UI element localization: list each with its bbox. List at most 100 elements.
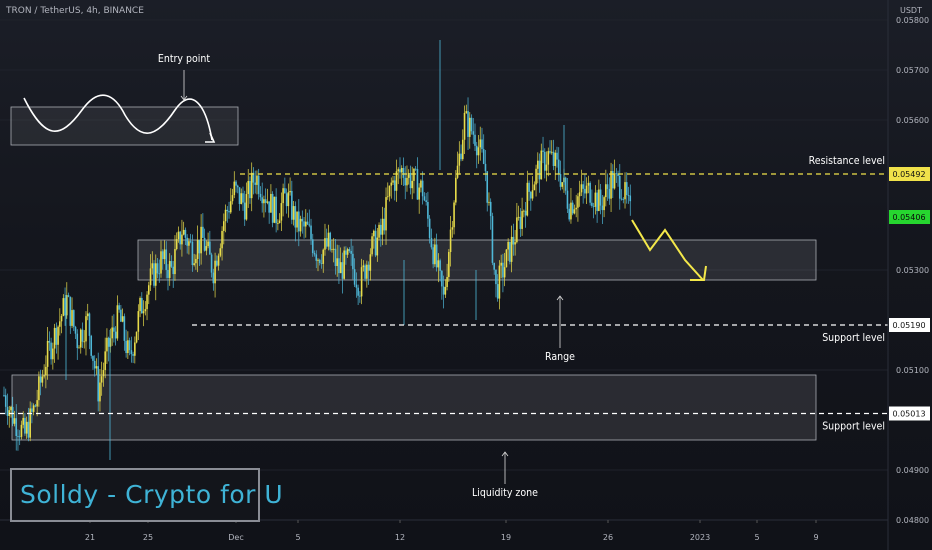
candle-body — [257, 175, 260, 194]
candle-body — [381, 218, 384, 235]
candle-body — [149, 268, 152, 286]
candle-body — [530, 191, 532, 199]
candle-body — [467, 111, 469, 137]
candle-body — [188, 241, 190, 246]
candle-body — [27, 421, 30, 438]
candle-body — [369, 254, 372, 271]
candle-body — [622, 198, 625, 200]
candle-body — [542, 150, 544, 152]
candle-body — [580, 184, 583, 193]
candle-body — [374, 230, 377, 256]
candle-body — [235, 181, 237, 186]
candle-body — [259, 193, 262, 198]
candle-body — [486, 171, 489, 203]
candle-body — [348, 249, 351, 252]
candle-body — [181, 234, 183, 245]
x-tick-label: 9 — [813, 533, 818, 542]
candle-body — [168, 261, 171, 278]
candle-body — [540, 150, 543, 180]
candle-body — [441, 270, 443, 287]
candle-body — [491, 216, 494, 263]
candle-body — [601, 205, 604, 211]
candle-body — [134, 342, 136, 356]
candle-body — [606, 184, 609, 189]
candle-body — [177, 231, 180, 240]
candle-body — [17, 435, 19, 437]
candle-body — [243, 202, 246, 220]
candle-body — [156, 263, 159, 274]
candle-body — [18, 436, 21, 438]
candle-body — [603, 197, 605, 211]
candle-body — [219, 248, 222, 256]
candle-body — [627, 195, 630, 196]
candle-body — [203, 237, 206, 251]
candle-body — [510, 236, 513, 262]
candle-body — [556, 152, 558, 160]
candle-body — [46, 340, 49, 367]
candle-body — [212, 272, 215, 284]
candle-body — [236, 185, 239, 188]
candle-body — [303, 221, 305, 227]
candle-body — [514, 242, 516, 245]
candle-body — [509, 241, 511, 262]
candle-body — [620, 198, 623, 200]
candle-body — [38, 376, 40, 401]
candle-body — [428, 218, 431, 238]
candle-body — [11, 406, 14, 424]
candle-body — [229, 201, 232, 213]
candle-body — [264, 199, 267, 203]
candle-body — [45, 366, 47, 376]
candle-body — [413, 168, 415, 181]
y-tick-label: 0.05800 — [896, 16, 929, 25]
candle-body — [189, 241, 192, 243]
candle-body — [191, 241, 194, 265]
x-tick-label: 5 — [754, 533, 759, 542]
candle-body — [111, 327, 113, 339]
candle-body — [275, 196, 277, 224]
candle-body — [95, 366, 98, 369]
candle-body — [106, 337, 108, 352]
candle-body — [202, 226, 204, 238]
candle-body — [498, 265, 501, 299]
candle-body — [29, 408, 31, 438]
candle-body — [352, 253, 354, 270]
y-tick-label: 0.04800 — [896, 516, 929, 525]
candle-body — [507, 241, 509, 250]
candle-body — [284, 188, 286, 194]
candle-body — [175, 239, 178, 250]
candle-body — [434, 244, 436, 265]
candle-body — [341, 262, 344, 279]
candle-body — [495, 269, 497, 285]
candle-body — [146, 294, 148, 310]
candle-body — [52, 348, 54, 360]
candle-body — [571, 202, 574, 214]
candle-body — [406, 177, 408, 186]
candle-body — [97, 366, 99, 402]
candle-body — [325, 238, 328, 247]
chart-screenshot: { "header":{"symbol":"TRON / TetherUS, 4… — [0, 0, 932, 550]
candle-body — [427, 201, 429, 219]
candle-body — [568, 208, 570, 220]
candle-body — [137, 311, 140, 332]
candle-body — [503, 267, 506, 278]
candle-body — [346, 249, 349, 255]
candle-body — [353, 269, 356, 285]
candle-body — [362, 265, 365, 268]
candle-body — [357, 287, 359, 296]
candle-body — [43, 375, 45, 377]
candle-body — [472, 131, 475, 135]
candle-body — [216, 260, 218, 266]
candle-body — [489, 201, 492, 217]
candle-body — [608, 188, 611, 199]
candle-body — [364, 265, 366, 279]
candle-body — [280, 203, 283, 221]
candle-body — [193, 263, 195, 265]
candle-body — [240, 193, 243, 204]
candle-body — [55, 327, 58, 345]
candle-body — [591, 202, 593, 206]
candle-body — [277, 223, 279, 224]
candle-body — [552, 151, 555, 166]
candle-body — [338, 258, 340, 274]
candle-body — [289, 190, 291, 193]
candle-body — [254, 182, 256, 185]
